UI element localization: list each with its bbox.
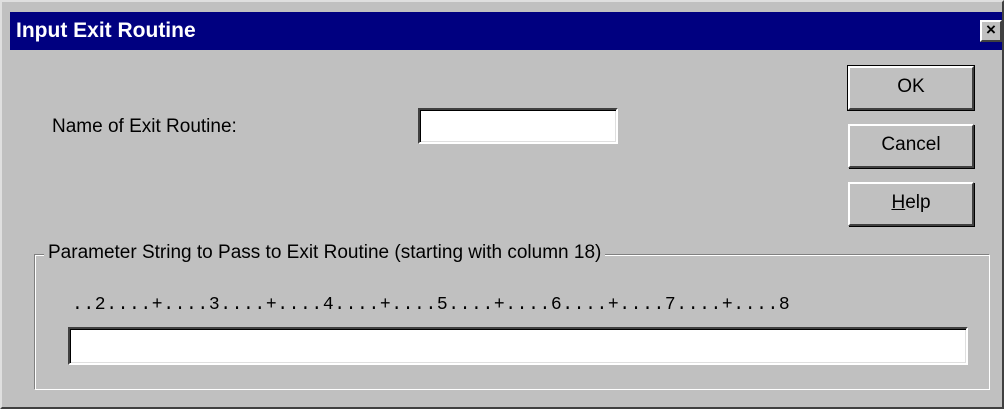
column-ruler: ..2....+....3....+....4....+....5....+..… [72, 295, 791, 315]
help-label-rest: elp [905, 192, 931, 213]
cancel-button[interactable]: Cancel [848, 124, 974, 168]
close-button[interactable]: × [980, 20, 1002, 42]
ok-button[interactable]: OK [847, 65, 975, 111]
input-exit-routine-dialog: Input Exit Routine × Name of Exit Routin… [0, 0, 1004, 409]
help-button[interactable]: Help [848, 182, 974, 226]
close-icon: × [986, 20, 996, 39]
parameter-string-input[interactable] [68, 327, 968, 365]
exit-routine-name-input[interactable] [418, 108, 618, 144]
parameter-string-group [34, 254, 990, 390]
title-bar[interactable]: Input Exit Routine × [10, 12, 1002, 50]
parameter-string-group-label: Parameter String to Pass to Exit Routine… [44, 242, 606, 264]
dialog-title: Input Exit Routine [16, 19, 196, 42]
help-mnemonic: H [891, 192, 906, 213]
exit-routine-name-label: Name of Exit Routine: [52, 116, 237, 137]
